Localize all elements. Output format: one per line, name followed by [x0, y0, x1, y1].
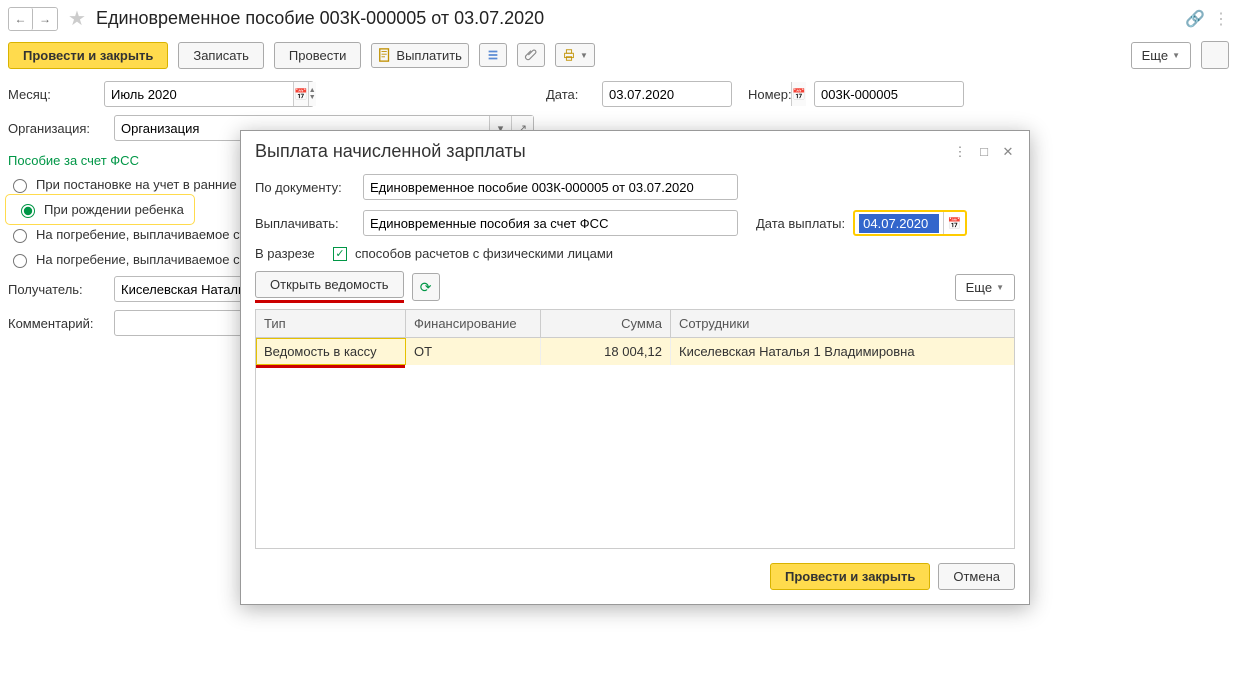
radio-input[interactable]	[13, 179, 27, 193]
comment-label: Комментарий:	[8, 316, 98, 331]
cut-checkbox[interactable]: ✓	[333, 247, 347, 261]
calendar-icon[interactable]: 📅	[293, 82, 308, 106]
cut-label: В разрезе	[255, 246, 325, 261]
kebab-menu-icon[interactable]: ⋮	[1213, 9, 1229, 29]
chevron-down-icon: ▼	[996, 283, 1004, 292]
radio-input[interactable]	[21, 204, 35, 218]
col-type-header[interactable]: Тип	[256, 310, 406, 337]
open-statement-button[interactable]: Открыть ведомость	[255, 271, 404, 298]
cut-checkbox-label: способов расчетов с физическими лицами	[355, 246, 613, 261]
nav-group: ← →	[8, 7, 58, 31]
paydate-input[interactable]	[859, 214, 939, 233]
payout-button[interactable]: Выплатить	[371, 43, 469, 68]
more-label: Еще	[966, 280, 992, 295]
refresh-button[interactable]: ⟳	[412, 273, 440, 301]
table-row[interactable]: Ведомость в кассу ОТ 18 004,12 Киселевск…	[256, 338, 1014, 365]
month-spinner[interactable]: ▲▼	[308, 82, 316, 106]
close-icon[interactable]: ✕	[1001, 144, 1015, 160]
number-input[interactable]	[815, 83, 1003, 106]
paydate-field: 📅	[853, 210, 967, 236]
open-statement-wrap: Открыть ведомость	[255, 271, 404, 303]
month-input-group: 📅 ▲▼	[104, 81, 314, 107]
date-input-group: 📅	[602, 81, 732, 107]
radio-label: На погребение, выплачиваемое сот	[36, 252, 253, 267]
red-underline-marker	[256, 365, 405, 368]
cell-emp: Киселевская Наталья 1 Владимировна	[671, 338, 1014, 365]
submit-close-button[interactable]: Провести и закрыть	[8, 42, 168, 69]
chevron-down-icon: ▼	[580, 51, 588, 60]
recipient-label: Получатель:	[8, 282, 98, 297]
attach-button[interactable]	[517, 43, 545, 67]
main-toolbar: Провести и закрыть Записать Провести Вып…	[0, 37, 1237, 77]
radio-input[interactable]	[13, 229, 27, 243]
payout-label: Выплатить	[396, 48, 462, 63]
cell-type: Ведомость в кассу	[256, 338, 406, 365]
cell-type-text: Ведомость в кассу	[264, 344, 377, 359]
page-title: Единовременное пособие 003К-000005 от 03…	[96, 8, 544, 29]
doc-input[interactable]	[363, 174, 738, 200]
modal-more-button[interactable]: Еще ▼	[955, 274, 1015, 301]
radio-childbirth[interactable]: При рождении ребенка	[8, 197, 192, 222]
chevron-down-icon: ▼	[1172, 51, 1180, 60]
nav-forward-button[interactable]: →	[33, 8, 57, 30]
radio-label: При рождении ребенка	[44, 202, 184, 217]
more-button[interactable]: Еще ▼	[1131, 42, 1191, 69]
radio-label: На погребение, выплачиваемое сто	[36, 227, 253, 242]
print-icon	[562, 48, 576, 62]
col-sum-header[interactable]: Сумма	[541, 310, 671, 337]
titlebar: ← → ★ Единовременное пособие 003К-000005…	[0, 0, 1237, 37]
radio-input[interactable]	[13, 254, 27, 268]
pay-label: Выплачивать:	[255, 216, 355, 231]
print-dropdown-button[interactable]: ▼	[555, 43, 595, 67]
maximize-icon[interactable]: □	[977, 144, 991, 160]
col-emp-header[interactable]: Сотрудники	[671, 310, 1014, 337]
date-label: Дата:	[546, 87, 586, 102]
paperclip-icon	[524, 48, 538, 62]
statement-table: Тип Финансирование Сумма Сотрудники Ведо…	[255, 309, 1015, 549]
calendar-icon[interactable]: 📅	[943, 212, 965, 234]
extra-button[interactable]	[1201, 41, 1229, 69]
table-header: Тип Финансирование Сумма Сотрудники	[256, 310, 1014, 338]
modal-submit-close-button[interactable]: Провести и закрыть	[770, 563, 930, 590]
kebab-menu-icon[interactable]: ⋮	[953, 144, 967, 160]
link-icon[interactable]: 🔗	[1185, 9, 1205, 29]
org-label: Организация:	[8, 121, 98, 136]
document-icon	[378, 48, 392, 62]
cell-fin: ОТ	[406, 338, 541, 365]
month-label: Месяц:	[8, 87, 88, 102]
modal-title: Выплата начисленной зарплаты	[255, 141, 526, 162]
col-fin-header[interactable]: Финансирование	[406, 310, 541, 337]
save-button[interactable]: Записать	[178, 42, 264, 69]
favorite-star-icon[interactable]: ★	[68, 6, 86, 31]
payout-modal: Выплата начисленной зарплаты ⋮ □ ✕ По до…	[240, 130, 1030, 605]
modal-cancel-button[interactable]: Отмена	[938, 563, 1015, 590]
doc-label: По документу:	[255, 180, 355, 195]
submit-button[interactable]: Провести	[274, 42, 362, 69]
pay-input[interactable]	[363, 210, 738, 236]
month-input[interactable]	[105, 83, 293, 106]
paydate-label: Дата выплаты:	[756, 216, 845, 231]
lines-icon	[486, 48, 500, 62]
more-label: Еще	[1142, 48, 1168, 63]
cell-sum: 18 004,12	[541, 338, 671, 365]
list-button[interactable]	[479, 43, 507, 67]
nav-back-button[interactable]: ←	[9, 8, 33, 30]
number-label: Номер:	[748, 87, 798, 102]
radio-label: При постановке на учет в ранние с	[36, 177, 247, 192]
number-input-group	[814, 81, 964, 107]
